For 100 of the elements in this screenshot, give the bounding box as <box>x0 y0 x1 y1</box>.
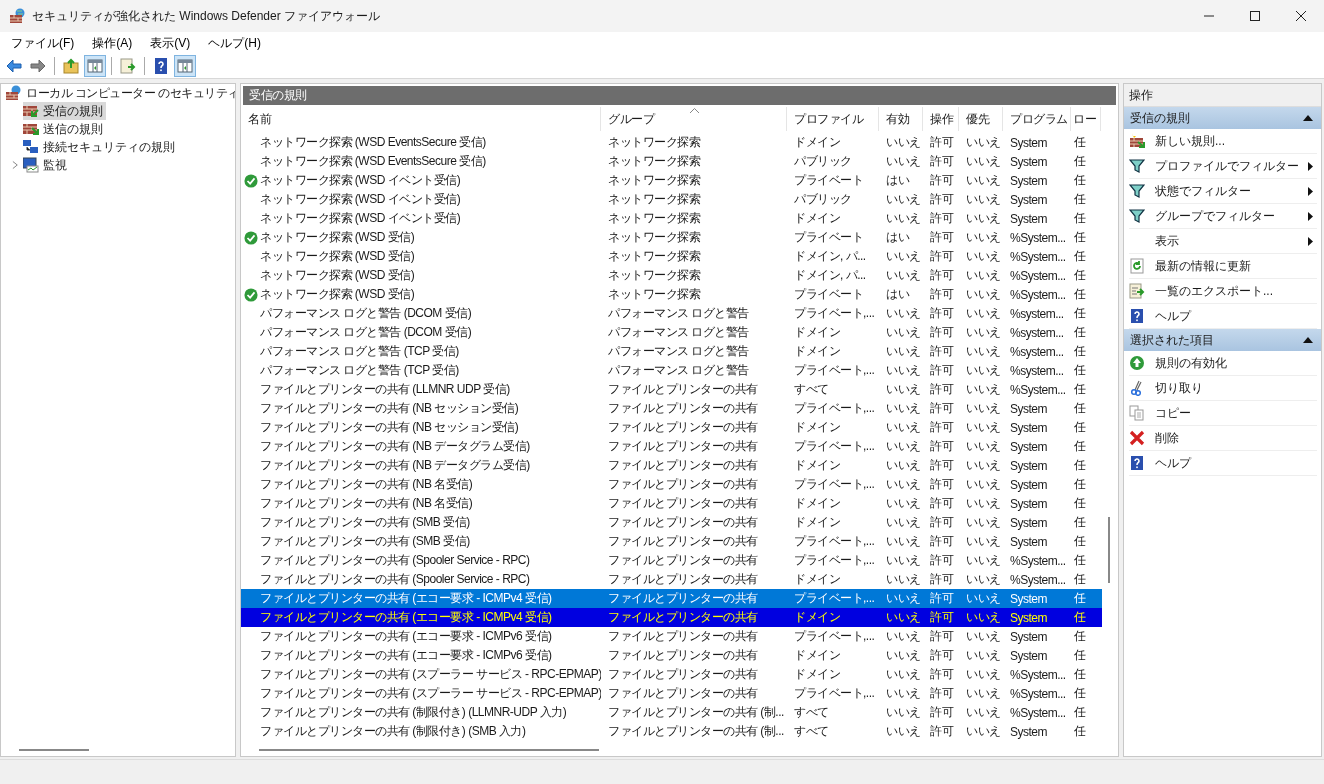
tree-item[interactable]: 送信の規則 <box>23 120 106 138</box>
action-item[interactable]: 新しい規則... <box>1129 129 1317 154</box>
table-cell-text: プライベート,... <box>793 628 876 645</box>
column-header[interactable]: 名前 <box>241 107 601 131</box>
table-row[interactable]: ファイルとプリンターの共有 (NB データグラム受信) ファイルとプリンターの共有 プライベート,... いいえ 許可 いいえ System 任 <box>241 437 1102 456</box>
column-header[interactable]: 有効 <box>879 107 923 131</box>
table-cell-text: ファイルとプリンターの共有 (制... <box>607 704 785 721</box>
menu-item[interactable]: 操作(A) <box>85 33 140 53</box>
table-cell-text: いいえ <box>885 324 922 341</box>
table-cell-text: %System... <box>1009 685 1067 703</box>
table-row[interactable]: ファイルとプリンターの共有 (Spooler Service - RPC) ファイルとプリンターの共有 ドメイン いいえ 許可 いいえ %System... 任 <box>241 570 1102 589</box>
column-header[interactable]: プログラム <box>1003 107 1071 131</box>
tree-item[interactable]: 受信の規則 <box>23 102 106 120</box>
table-row[interactable]: ファイルとプリンターの共有 (Spooler Service - RPC) ファイルとプリンターの共有 プライベート,... いいえ 許可 いいえ %System... 任 <box>241 551 1102 570</box>
show-action-pane-button[interactable] <box>174 55 196 77</box>
table-row[interactable]: ネットワーク探索 (WSD 受信) ネットワーク探索 プライベート はい 許可 いいえ %System... 任 <box>241 285 1102 304</box>
menu-item[interactable]: ヘルプ(H) <box>201 33 268 53</box>
table-cell-text: 任 <box>1073 723 1087 740</box>
scrollbar-thumb[interactable] <box>259 749 599 751</box>
table-row[interactable]: パフォーマンス ログと警告 (TCP 受信) パフォーマンス ログと警告 プライベート,... いいえ 許可 いいえ %system... 任 <box>241 361 1102 380</box>
table-row[interactable]: ファイルとプリンターの共有 (NB セッション受信) ファイルとプリンターの共有 プライベート,... いいえ 許可 いいえ System 任 <box>241 399 1102 418</box>
table-row[interactable]: ファイルとプリンターの共有 (NB セッション受信) ファイルとプリンターの共有 ドメイン いいえ 許可 いいえ System 任 <box>241 418 1102 437</box>
table-cell-text: いいえ <box>965 704 1002 721</box>
table-row[interactable]: ファイルとプリンターの共有 (エコー要求 - ICMPv6 受信) ファイルとプリンターの共有 プライベート,... いいえ 許可 いいえ System 任 <box>241 627 1102 646</box>
table-cell-text: いいえ <box>885 134 922 151</box>
table-cell-text: 任 <box>1073 229 1087 246</box>
table-cell-text: ファイルとプリンターの共有 <box>607 666 759 683</box>
table-cell-text: いいえ <box>885 153 922 170</box>
table-cell-text: 許可 <box>929 438 955 455</box>
table-cell-text: 任 <box>1073 666 1087 683</box>
table-row[interactable]: ネットワーク探索 (WSD 受信) ネットワーク探索 ドメイン, パ... いいえ 許可 いいえ %System... 任 <box>241 266 1102 285</box>
table-cell-text: 許可 <box>929 324 955 341</box>
firewall-globe-icon <box>6 85 22 101</box>
table-cell-text: パフォーマンス ログと警告 (TCP 受信) <box>259 362 460 379</box>
menu-item[interactable]: ファイル(F) <box>4 33 82 53</box>
action-item[interactable]: グループでフィルター <box>1129 204 1317 229</box>
column-header[interactable]: プロファイル <box>787 107 879 131</box>
table-row[interactable]: ファイルとプリンターの共有 (LLMNR UDP 受信) ファイルとプリンターの共有 すべて いいえ 許可 いいえ %System... 任 <box>241 380 1102 399</box>
action-item[interactable]: 表示 <box>1129 229 1317 254</box>
column-header[interactable]: グループ <box>601 107 787 131</box>
action-item[interactable]: ヘルプ <box>1129 451 1317 476</box>
table-row[interactable]: パフォーマンス ログと警告 (TCP 受信) パフォーマンス ログと警告 ドメイン いいえ 許可 いいえ %system... 任 <box>241 342 1102 361</box>
table-row[interactable]: パフォーマンス ログと警告 (DCOM 受信) パフォーマンス ログと警告 ドメイン いいえ 許可 いいえ %system... 任 <box>241 323 1102 342</box>
table-cell-text: System <box>1009 419 1048 437</box>
table-cell-text: System <box>1009 723 1048 741</box>
table-row[interactable]: ファイルとプリンターの共有 (制限付き) (LLMNR-UDP 入力) ファイルとプリンターの共有 (制... すべて いいえ 許可 いいえ %System... 任 <box>241 703 1102 722</box>
table-cell-text: ドメイン <box>793 324 841 341</box>
table-cell-text: パフォーマンス ログと警告 <box>607 362 750 379</box>
table-cell-text: 任 <box>1073 362 1087 379</box>
column-header[interactable]: 操作 <box>923 107 959 131</box>
table-cell-text: ファイルとプリンターの共有 (SMB 受信) <box>259 514 471 531</box>
table-cell-text: 許可 <box>929 533 955 550</box>
section-header[interactable]: 選択された項目 <box>1124 329 1321 351</box>
tree-item[interactable]: 監視 <box>23 156 70 174</box>
scrollbar-thumb[interactable] <box>1108 517 1110 583</box>
table-row[interactable]: ネットワーク探索 (WSD EventsSecure 受信) ネットワーク探索 パブリック いいえ 許可 いいえ System 任 <box>241 152 1102 171</box>
table-row[interactable]: パフォーマンス ログと警告 (DCOM 受信) パフォーマンス ログと警告 プライベート,... いいえ 許可 いいえ %system... 任 <box>241 304 1102 323</box>
table-cell-text: 許可 <box>929 514 955 531</box>
section-header[interactable]: 受信の規則 <box>1124 107 1321 129</box>
tree-item[interactable]: 接続セキュリティの規則 <box>23 138 178 156</box>
table-cell-text: ファイルとプリンターの共有 (NB 名受信) <box>259 495 474 512</box>
action-item[interactable]: 切り取り <box>1129 376 1317 401</box>
menu-item[interactable]: 表示(V) <box>143 33 198 53</box>
chevron-right-icon[interactable] <box>11 160 19 170</box>
table-cell-text: ドメイン <box>793 419 841 436</box>
table-cell-text: ドメイン <box>793 457 841 474</box>
action-item[interactable]: 規則の有効化 <box>1129 351 1317 376</box>
table-row[interactable]: ファイルとプリンターの共有 (NB 名受信) ファイルとプリンターの共有 ドメイン いいえ 許可 いいえ System 任 <box>241 494 1102 513</box>
table-row[interactable]: ネットワーク探索 (WSD イベント受信) ネットワーク探索 プライベート はい 許可 いいえ System 任 <box>241 171 1102 190</box>
table-row[interactable]: ネットワーク探索 (WSD イベント受信) ネットワーク探索 ドメイン いいえ 許可 いいえ System 任 <box>241 209 1102 228</box>
table-row[interactable]: ファイルとプリンターの共有 (NB データグラム受信) ファイルとプリンターの共有 ドメイン いいえ 許可 いいえ System 任 <box>241 456 1102 475</box>
table-row[interactable]: ネットワーク探索 (WSD EventsSecure 受信) ネットワーク探索 ドメイン いいえ 許可 いいえ System 任 <box>241 133 1102 152</box>
action-item[interactable]: コピー <box>1129 401 1317 426</box>
column-header[interactable]: ロー <box>1071 107 1101 131</box>
table-row[interactable]: ファイルとプリンターの共有 (エコー要求 - ICMPv6 受信) ファイルとプリンターの共有 ドメイン いいえ 許可 いいえ System 任 <box>241 646 1102 665</box>
column-header[interactable]: 優先 <box>959 107 1003 131</box>
table-row[interactable]: ネットワーク探索 (WSD 受信) ネットワーク探索 ドメイン, パ... いいえ 許可 いいえ %System... 任 <box>241 247 1102 266</box>
action-item[interactable]: 削除 <box>1129 426 1317 451</box>
table-row[interactable]: ファイルとプリンターの共有 (NB 名受信) ファイルとプリンターの共有 プライベート,... いいえ 許可 いいえ System 任 <box>241 475 1102 494</box>
table-row[interactable]: ファイルとプリンターの共有 (SMB 受信) ファイルとプリンターの共有 ドメイン いいえ 許可 いいえ System 任 <box>241 513 1102 532</box>
table-row[interactable]: ファイルとプリンターの共有 (エコー要求 - ICMPv4 受信) ファイルとプリンターの共有 プライベート,... いいえ 許可 いいえ System 任 <box>241 589 1102 608</box>
table-cell-text: いいえ <box>885 248 922 265</box>
table-row[interactable]: ネットワーク探索 (WSD 受信) ネットワーク探索 プライベート はい 許可 いいえ %System... 任 <box>241 228 1102 247</box>
action-item[interactable]: 最新の情報に更新 <box>1129 254 1317 279</box>
table-row[interactable]: ファイルとプリンターの共有 (制限付き) (SMB 入力) ファイルとプリンターの共有 (制... すべて いいえ 許可 いいえ System 任 <box>241 722 1102 741</box>
table-row[interactable]: ファイルとプリンターの共有 (SMB 受信) ファイルとプリンターの共有 プライベート,... いいえ 許可 いいえ System 任 <box>241 532 1102 551</box>
scrollbar-thumb[interactable] <box>19 749 89 751</box>
action-item[interactable]: プロファイルでフィルター <box>1129 154 1317 179</box>
table-row[interactable]: ファイルとプリンターの共有 (スプーラー サービス - RPC-EPMAP) ファイルとプリンターの共有 プライベート,... いいえ 許可 いいえ %System... 任 <box>241 684 1102 703</box>
table-row[interactable]: ネットワーク探索 (WSD イベント受信) ネットワーク探索 パブリック いいえ 許可 いいえ System 任 <box>241 190 1102 209</box>
action-item[interactable]: 一覧のエクスポート... <box>1129 279 1317 304</box>
table-row[interactable]: ファイルとプリンターの共有 (エコー要求 - ICMPv4 受信) ファイルとプリンターの共有 ドメイン いいえ 許可 いいえ System 任 <box>241 608 1102 627</box>
table-row[interactable]: ファイルとプリンターの共有 (スプーラー サービス - RPC-EPMAP) ファイルとプリンターの共有 ドメイン いいえ 許可 いいえ %System... 任 <box>241 665 1102 684</box>
show-tree-button[interactable] <box>84 55 106 77</box>
table-cell-text: 任 <box>1073 514 1087 531</box>
table-cell-text: 任 <box>1073 134 1087 151</box>
action-item[interactable]: 状態でフィルター <box>1129 179 1317 204</box>
table-cell-text: いいえ <box>965 590 1002 607</box>
table-cell-text: いいえ <box>965 647 1002 664</box>
table-cell-text: 任 <box>1073 495 1087 512</box>
